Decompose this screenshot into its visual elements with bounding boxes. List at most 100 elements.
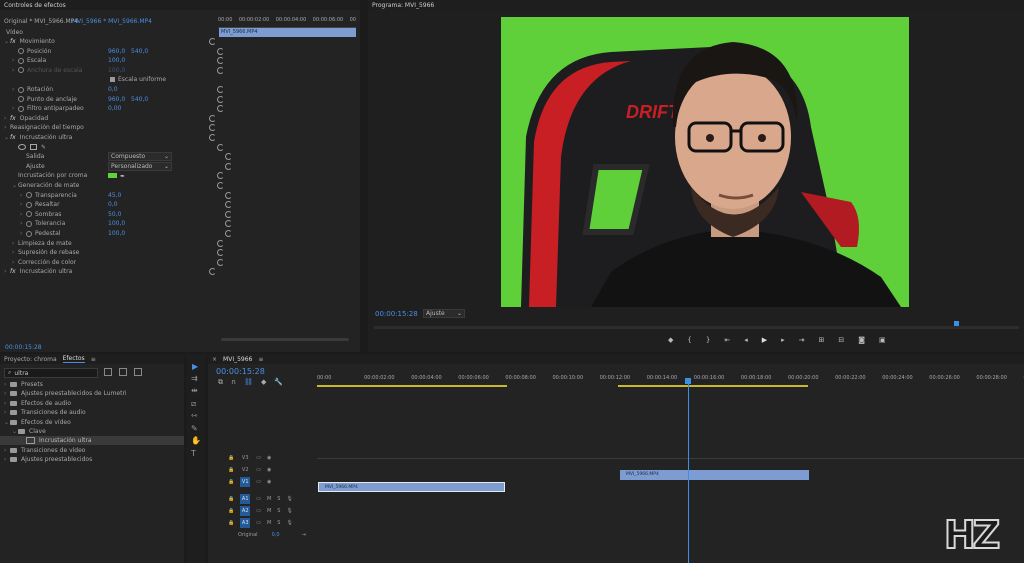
stopwatch-icon[interactable] [18,67,24,74]
tab-effects[interactable]: Efectos [62,355,85,363]
sync-lock-icon[interactable]: ▭ [256,479,261,485]
effect-value[interactable]: 45,0 [108,192,121,199]
close-icon[interactable]: × [212,356,217,363]
stopwatch-icon[interactable] [18,105,24,112]
effects-tree-item[interactable]: › Presets [0,380,184,389]
lock-icon[interactable]: 🔒 [228,455,234,461]
selection-tool-icon[interactable]: ▶ [192,362,198,371]
pen-tool-icon[interactable]: ✎ [191,424,198,433]
effects-tree-item[interactable]: › Ajustes preestablecidos [0,455,184,464]
search-box[interactable]: ⌕ ultra [4,368,98,378]
sequence-tab[interactable]: MVI_5966 * MVI_5966.MP4 [72,18,152,25]
reset-icon[interactable] [209,38,216,45]
tab-project[interactable]: Proyecto: chroma [4,356,57,363]
sync-lock-icon[interactable]: ▭ [256,467,261,473]
reset-icon[interactable] [217,66,224,74]
effects-tree-item[interactable]: › Transiciones de audio [0,408,184,417]
eye-icon[interactable]: ◉ [267,479,271,485]
effect-value[interactable]: 100,0 [108,57,125,64]
effect-value-2[interactable]: 540,0 [131,48,148,55]
effect-dropdown[interactable]: Compuesto ⌄ [108,152,172,162]
reset-icon[interactable] [209,124,216,132]
effect-row[interactable]: › Limpieza de mate [0,239,230,248]
mini-clip[interactable]: MVI_5966.MP4 [219,28,356,37]
effect-row[interactable]: › Filtro antiparpadeo 0,00 [0,104,230,113]
mark-out-icon[interactable]: } [706,336,710,344]
track-label[interactable]: V2 [240,467,250,473]
mute-icon[interactable]: M [267,508,271,514]
effect-row[interactable]: ⌄ fx Movimiento [0,37,222,46]
stopwatch-icon[interactable] [18,48,24,55]
effect-row[interactable]: Salida Compuesto ⌄ [0,152,238,162]
marker-icon[interactable]: ◆ [668,336,673,344]
effect-row[interactable]: Punto de anclaje 960,0 540,0 [0,95,230,104]
lock-icon[interactable]: 🔒 [228,508,234,514]
stopwatch-icon[interactable] [18,86,24,93]
reset-icon[interactable] [217,249,224,257]
reset-icon[interactable] [217,86,224,93]
work-area-bar[interactable] [618,385,808,387]
track-label[interactable]: V3 [240,455,250,461]
reset-icon[interactable] [217,105,224,113]
go-to-in-icon[interactable]: ⇤ [724,336,730,344]
razor-tool-icon[interactable]: ⧄ [191,399,196,409]
effect-row[interactable]: › Tolerancia 100,0 [0,219,238,228]
step-back-icon[interactable]: ◂ [744,336,748,344]
sequence-tab[interactable]: MVI_5966 [223,356,252,363]
panel-menu-icon[interactable]: ≡ [91,356,96,363]
mute-icon[interactable]: M [267,520,271,526]
lock-icon[interactable]: 🔒 [228,496,234,502]
effect-row[interactable]: › Supresión de rebase [0,248,230,257]
reset-icon[interactable] [225,210,232,218]
yuv-filter-icon[interactable] [134,368,142,376]
rect-mask-icon[interactable] [30,144,37,151]
mic-icon[interactable]: 🎙 [286,496,292,502]
reset-icon[interactable] [225,220,232,228]
source-tab[interactable]: Original * MVI_5966.MP4 [4,18,78,25]
reset-icon[interactable] [225,153,232,161]
stopwatch-icon[interactable] [26,192,32,199]
play-icon[interactable]: ▶ [762,336,767,344]
fx-icon[interactable]: fx [10,115,16,122]
snap-icon[interactable]: ∩ [231,378,236,387]
accelerated-filter-icon[interactable] [104,368,112,376]
effect-value-2[interactable]: 540,0 [131,96,148,103]
stopwatch-icon[interactable] [26,211,32,218]
fx-icon[interactable]: fx [10,268,16,275]
timeline-timecode[interactable]: 00:00:15:28 [216,367,265,376]
effects-tree-item[interactable]: ⌄ Efectos de vídeo [0,418,184,427]
effect-row[interactable]: › Resaltar 0,0 [0,200,238,209]
track-target[interactable]: V1 [240,477,251,487]
solo-icon[interactable]: S [277,520,280,526]
program-video[interactable]: DRIFT [501,17,909,307]
sync-lock-icon[interactable]: ▭ [256,496,261,502]
program-playhead[interactable] [954,321,959,326]
stopwatch-icon[interactable] [26,201,32,208]
effect-value[interactable]: 0,0 [108,86,118,93]
reset-icon[interactable] [225,162,232,170]
reset-icon[interactable] [217,47,224,55]
solo-icon[interactable]: S [277,496,280,502]
program-scrub-bar[interactable] [374,326,1019,329]
reset-icon[interactable] [225,201,232,209]
mic-icon[interactable]: 🎙 [286,508,292,514]
effect-row[interactable]: › fx Opacidad [0,114,222,123]
effects-tree-item[interactable]: › Efectos de audio [0,399,184,408]
key-color-swatch[interactable] [108,173,117,179]
effects-tree-item[interactable]: ⌄ Clave [0,427,184,436]
slip-tool-icon[interactable]: ⇿ [191,411,198,420]
effect-dropdown[interactable]: Personalizado ⌄ [108,161,172,171]
effect-value[interactable]: 100,0 [108,67,125,74]
reset-icon[interactable] [209,114,216,122]
track-target[interactable]: A3 [240,518,251,528]
effect-value[interactable]: 0,00 [108,105,121,112]
nest-icon[interactable]: ⧉ [218,378,223,387]
mark-in-icon[interactable]: { [687,336,691,344]
reset-icon[interactable] [225,191,232,199]
timeline-playhead-line[interactable] [688,378,689,563]
ripple-edit-tool-icon[interactable]: ⇹ [191,386,198,395]
effect-row[interactable]: › Reasignación del tiempo [0,123,222,132]
mic-icon[interactable]: 🎙 [286,520,292,526]
effect-value[interactable]: 100,0 [108,230,125,237]
effects-tree-item[interactable]: › Transiciones de vídeo [0,446,184,455]
